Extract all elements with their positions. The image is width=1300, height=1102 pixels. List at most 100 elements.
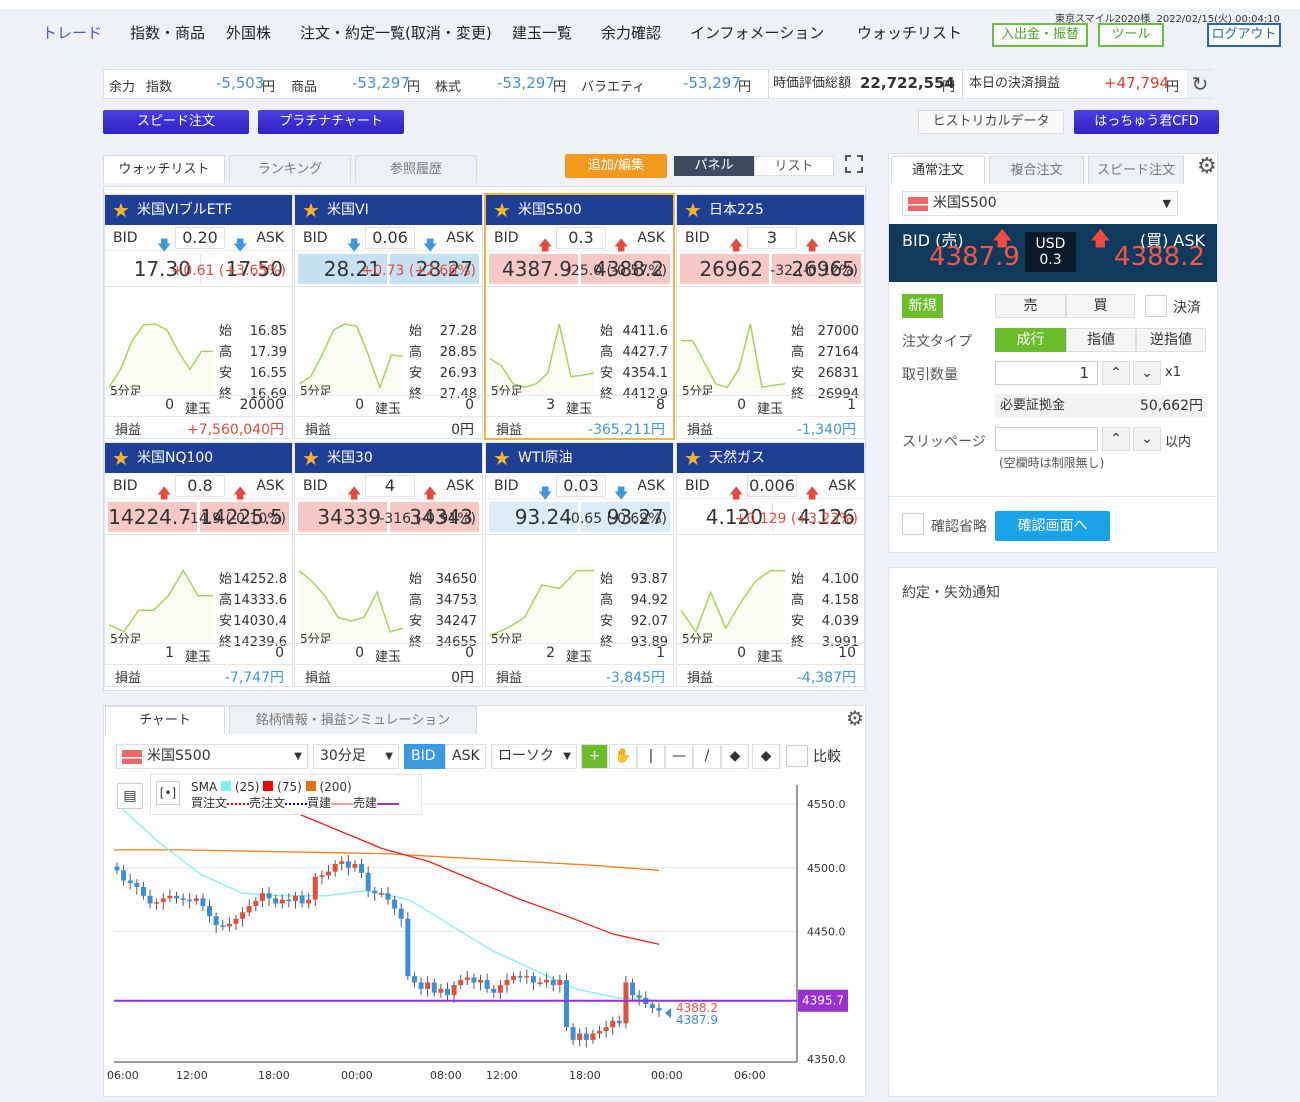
nav-information[interactable]: インフォメーション — [690, 22, 824, 43]
card-header[interactable]: ★ 米国VI — [295, 195, 482, 225]
skip-confirm-checkbox[interactable] — [902, 513, 924, 535]
tools-button[interactable]: ツール — [1098, 23, 1164, 47]
tab-ranking[interactable]: ランキング — [229, 155, 351, 183]
slippage-up-button[interactable]: ⌃ — [1102, 427, 1130, 451]
quantity-up-button[interactable]: ⌃ — [1102, 361, 1130, 385]
card-header[interactable]: ★ 天然ガス — [677, 443, 864, 473]
bid-price[interactable]: 14224.7 — [108, 502, 197, 532]
chart-comment-icon[interactable]: ▤ — [117, 783, 143, 809]
star-icon[interactable]: ★ — [112, 443, 130, 473]
chart-settings-gear-icon[interactable]: ⚙ — [846, 706, 864, 730]
slippage-input[interactable] — [995, 427, 1098, 451]
ask-label: ASK — [828, 478, 856, 494]
sell-button[interactable]: 売 — [995, 294, 1066, 318]
historical-data-button[interactable]: ヒストリカルデータ — [918, 110, 1064, 134]
bid-label: BID — [494, 478, 519, 494]
star-icon[interactable]: ★ — [302, 443, 320, 473]
cfd-button[interactable]: はっちゅう君CFD — [1074, 110, 1219, 134]
erase-all-icon[interactable]: ◆ — [752, 744, 780, 769]
chart-symbol: 米国S500 — [147, 748, 211, 764]
candle — [167, 895, 173, 899]
nav-foreign-stock[interactable]: 外国株 — [226, 22, 271, 43]
watchlist-card[interactable]: ★ 米国S500 BID 🡅 0.3 🡅 ASK 4387.9 4388.2 -25.0 (… — [484, 193, 675, 440]
platinum-chart-button[interactable]: プラチナチャート — [258, 110, 404, 134]
star-icon[interactable]: ★ — [493, 443, 511, 473]
speed-order-button[interactable]: スピード注文 — [103, 110, 249, 134]
timeframe-select[interactable]: 30分足 ▼ — [313, 744, 399, 769]
expand-icon[interactable] — [845, 155, 863, 173]
vertical-line-tool-icon[interactable]: | — [637, 744, 665, 769]
bid-price[interactable]: 34339 — [298, 502, 387, 532]
logout-button[interactable]: ログアウト — [1207, 23, 1281, 47]
symbol-select[interactable]: 米国S500 ▼ — [902, 191, 1178, 216]
card-header[interactable]: ★ 米国S500 — [486, 195, 673, 225]
card-header[interactable]: ★ 日本225 — [677, 195, 864, 225]
tab-speed-order[interactable]: スピード注文 — [1088, 156, 1184, 184]
watchlist-card[interactable]: ★ WTI原油 BID 🡇 0.03 🡇 ASK 93.24 93.27 -0.65 (-0… — [485, 442, 674, 687]
card-header[interactable]: ★ 米国NQ100 — [105, 443, 292, 473]
star-icon[interactable]: ★ — [302, 195, 320, 225]
nav-positions[interactable]: 建玉一覧 — [512, 22, 572, 43]
card-header[interactable]: ★ 米国30 — [295, 443, 482, 473]
settle-checkbox[interactable] — [1145, 295, 1167, 317]
watchlist-card[interactable]: ★ 米国VIブルETF BID 🡇 0.20 🡇 ASK 17.30 17.50 +0.61… — [104, 194, 293, 439]
order-type-market[interactable]: 成行 — [995, 328, 1066, 352]
star-icon[interactable]: ★ — [493, 195, 511, 225]
watchlist-card[interactable]: ★ 米国NQ100 BID 🡅 0.8 🡅 ASK 14224.7 14225.5 -14.… — [104, 442, 293, 687]
tab-chart[interactable]: チャート — [105, 706, 225, 734]
chart-symbol-select[interactable]: 米国S500 ▼ — [116, 744, 308, 769]
star-icon[interactable]: ★ — [684, 195, 702, 225]
order-type-limit[interactable]: 指値 — [1066, 328, 1136, 352]
low-label: 安 — [219, 614, 233, 629]
refresh-icon[interactable]: ↻ — [1187, 70, 1213, 98]
buy-button[interactable]: 買 — [1066, 294, 1135, 318]
watchlist-card[interactable]: ★ 天然ガス BID 🡅 0.006 🡅 ASK 4.120 4.126 +0.129 (+… — [676, 442, 865, 687]
chart-style-select[interactable]: ローソク ▼ — [491, 744, 577, 769]
order-type-stop[interactable]: 逆指値 — [1136, 328, 1206, 352]
ask-toggle[interactable]: ASK — [445, 744, 486, 769]
slippage-note: (空欄時は制限無し) — [999, 456, 1105, 470]
eraser-icon[interactable]: ◆ — [721, 744, 749, 769]
view-list-button[interactable]: リスト — [754, 156, 834, 176]
settings-gear-icon[interactable]: ⚙ — [1197, 154, 1217, 179]
quantity-down-button[interactable]: ⌄ — [1133, 361, 1161, 385]
candle — [478, 979, 484, 983]
pl-value: -1,340円 — [796, 422, 856, 438]
nav-trade[interactable]: トレード — [42, 22, 102, 43]
nav-orders[interactable]: 注文・約定一覧(取消・変更) — [300, 22, 492, 43]
crosshair-tool-icon[interactable]: + — [581, 744, 608, 769]
star-icon[interactable]: ★ — [684, 443, 702, 473]
tab-complex-order[interactable]: 複合注文 — [989, 156, 1084, 184]
tab-normal-order[interactable]: 通常注文 — [891, 156, 985, 184]
tab-history[interactable]: 参照履歴 — [355, 155, 477, 183]
card-header[interactable]: ★ WTI原油 — [486, 443, 673, 473]
nav-watchlist[interactable]: ウォッチリスト — [857, 22, 962, 43]
watchlist-card[interactable]: ★ 日本225 BID 🡅 3 🡅 ASK 26962 26965 -32 (-0.12%)… — [676, 194, 865, 439]
nav-margin[interactable]: 余力確認 — [601, 22, 661, 43]
fit-screen-icon[interactable]: [•] — [156, 781, 180, 805]
pl-label: 損益 — [496, 423, 523, 438]
view-panel-button[interactable]: パネル — [674, 156, 754, 176]
tab-watchlist[interactable]: ウォッチリスト — [103, 155, 225, 183]
symbol-name: 米国NQ100 — [137, 450, 214, 466]
star-icon[interactable]: ★ — [112, 195, 130, 225]
slippage-down-button[interactable]: ⌄ — [1133, 427, 1161, 451]
compare-checkbox[interactable] — [786, 745, 808, 767]
tab-symbol-info[interactable]: 銘柄情報・損益シミュレーション — [229, 706, 477, 734]
watchlist-card[interactable]: ★ 米国VI BID 🡇 0.06 🡇 ASK 28.21 28.27 +0.73 (+2.… — [294, 194, 483, 439]
trend-line-tool-icon[interactable]: / — [693, 744, 721, 769]
watchlist-card[interactable]: ★ 米国30 BID 🡅 4 🡅 ASK 34339 34343 -316 (-0.91%)… — [294, 442, 483, 687]
hand-tool-icon[interactable]: ✋ — [609, 744, 637, 769]
deposit-button[interactable]: 入出金・振替 — [992, 23, 1088, 47]
bid-price[interactable]: 4387.9 — [489, 254, 578, 284]
nav-index-commodity[interactable]: 指数・商品 — [130, 22, 205, 43]
quantity-input[interactable]: 1 — [995, 361, 1098, 385]
price-chart[interactable]: 4550.0 4500.0 4450.0 4350.0 06:00 12:00 18:00 0… — [104, 775, 864, 1095]
horizontal-line-tool-icon[interactable]: — — [665, 744, 693, 769]
confirm-button[interactable]: 確認画面へ — [995, 511, 1110, 541]
bid-toggle[interactable]: BID — [404, 744, 445, 769]
add-edit-button[interactable]: 追加/編集 — [565, 154, 667, 178]
bid-price[interactable]: 93.24 — [489, 502, 578, 532]
card-header[interactable]: ★ 米国VIブルETF — [105, 195, 292, 225]
bid-price[interactable]: 26962 — [680, 254, 769, 284]
